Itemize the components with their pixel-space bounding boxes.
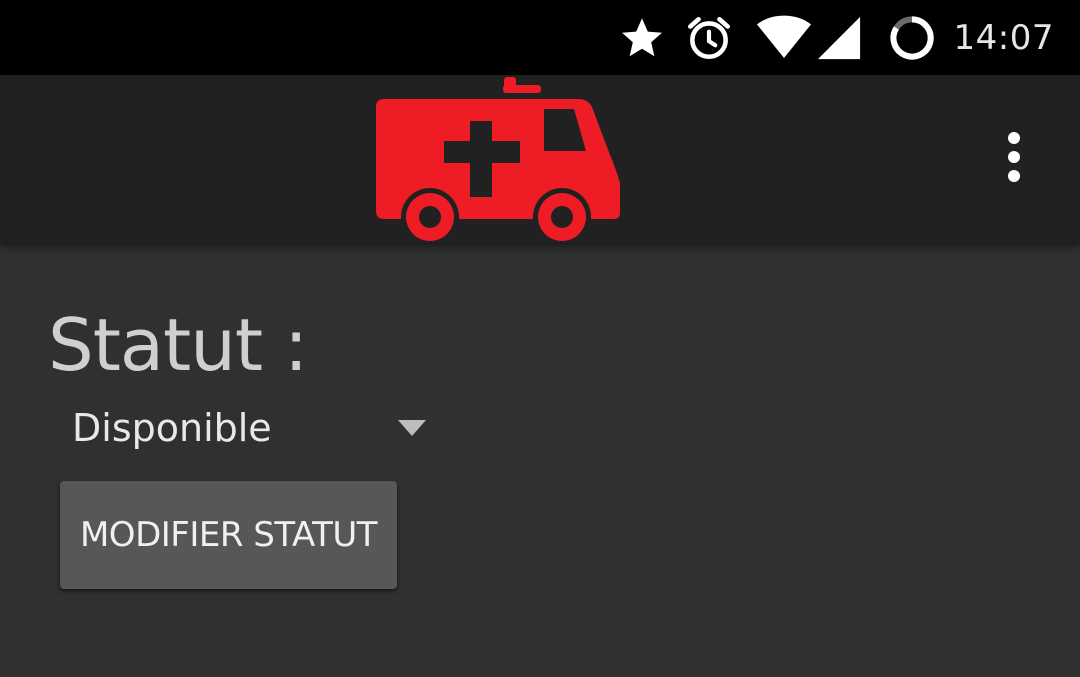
dropdown-arrow-icon bbox=[398, 420, 426, 436]
wifi-icon bbox=[756, 14, 812, 62]
battery-icon bbox=[888, 14, 936, 62]
status-label: Statut : bbox=[48, 303, 308, 387]
status-bar: 14:07 bbox=[0, 0, 1080, 75]
star-icon bbox=[618, 14, 666, 62]
alarm-icon bbox=[684, 13, 734, 63]
more-vert-icon bbox=[1008, 132, 1020, 182]
overflow-menu-button[interactable] bbox=[990, 127, 1038, 187]
modify-status-button[interactable]: MODIFIER STATUT bbox=[60, 481, 397, 589]
clock-time: 14:07 bbox=[953, 17, 1054, 58]
ambulance-icon bbox=[372, 75, 624, 246]
cell-signal-icon bbox=[816, 15, 862, 61]
app-bar bbox=[0, 75, 1080, 246]
main-content: Statut : Disponible MODIFIER STATUT bbox=[0, 243, 1080, 677]
status-spinner[interactable]: Disponible bbox=[60, 393, 440, 463]
status-spinner-value: Disponible bbox=[72, 406, 272, 450]
